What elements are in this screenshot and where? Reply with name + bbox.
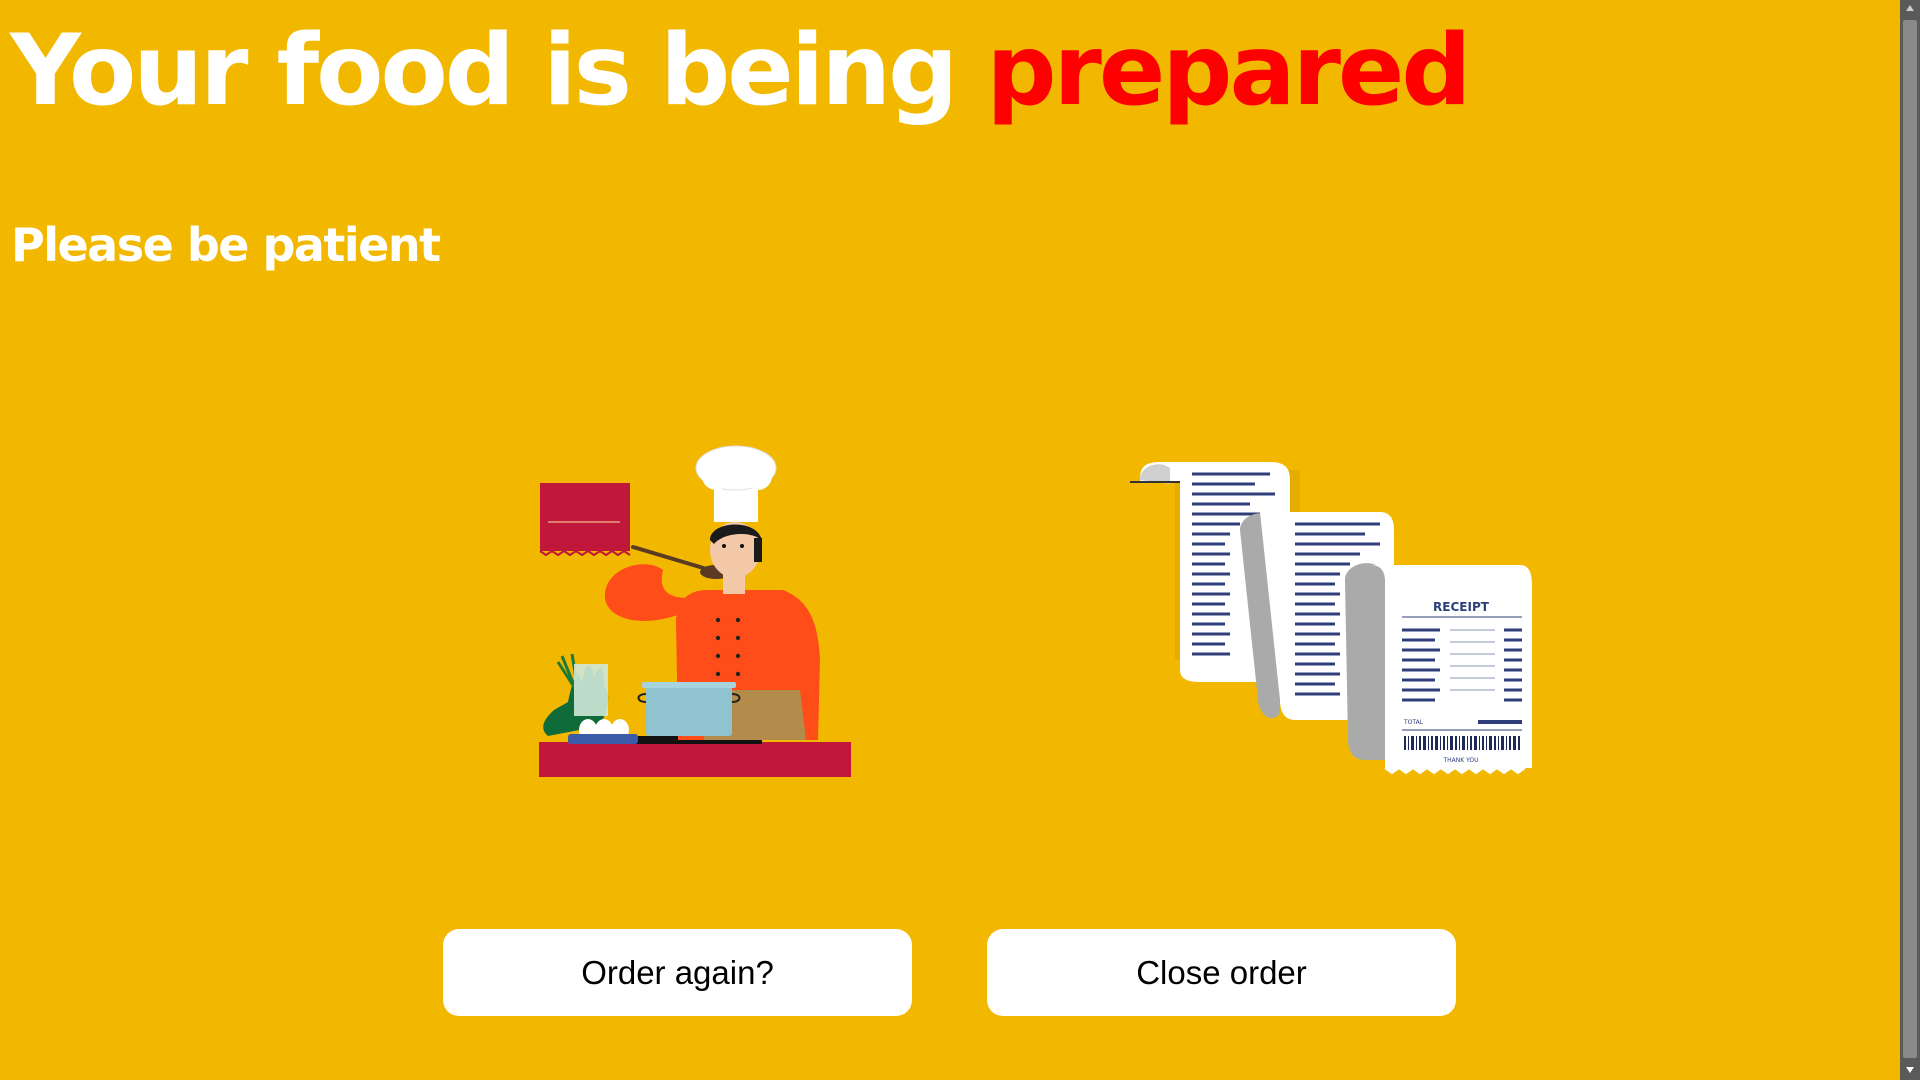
scroll-up-icon[interactable] bbox=[1900, 0, 1920, 18]
chef-tasting-icon bbox=[528, 440, 858, 780]
receipt-thanks: THANK YOU bbox=[1442, 757, 1478, 764]
scroll-down-icon[interactable] bbox=[1900, 1062, 1920, 1080]
page-title-main: Your food is being bbox=[10, 14, 987, 128]
order-again-button[interactable]: Order again? bbox=[443, 929, 912, 1016]
receipt-icon: RECEIPT TOTAL THANK YOU bbox=[1130, 460, 1540, 780]
receipt-title: RECEIPT bbox=[1433, 600, 1490, 614]
scrollbar-thumb[interactable] bbox=[1903, 20, 1917, 1058]
page-title-accent: prepared bbox=[986, 14, 1471, 128]
page-title: Your food is being prepared bbox=[10, 17, 1472, 126]
vertical-scrollbar[interactable] bbox=[1900, 0, 1920, 1080]
page-subtitle: Please be patient bbox=[11, 218, 441, 272]
receipt-total-label: TOTAL bbox=[1403, 719, 1424, 726]
close-order-button[interactable]: Close order bbox=[987, 929, 1456, 1016]
